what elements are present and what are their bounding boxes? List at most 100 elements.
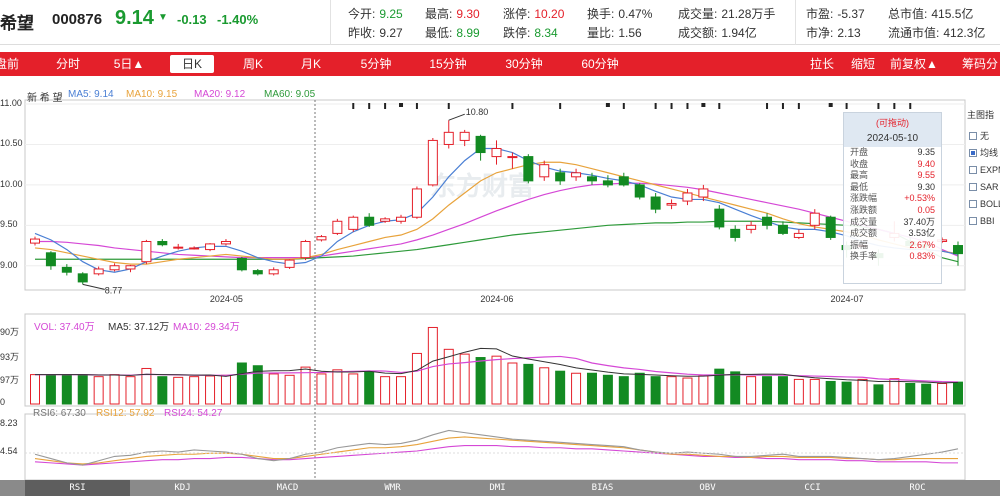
volume-bar-down: [618, 376, 629, 405]
tab-period[interactable]: 15分钟: [420, 52, 476, 76]
candle-up: [284, 259, 295, 268]
volume-bar-up: [125, 376, 136, 405]
indicator-option[interactable]: 无: [965, 127, 1000, 144]
watermark: 东方财富: [430, 171, 534, 202]
volume-bar-up: [809, 378, 820, 405]
rsi-legend-item: RSI6: 67.30: [33, 408, 86, 419]
indicator-option[interactable]: SAR: [965, 178, 1000, 195]
tab-chart-tool[interactable]: 筹码分: [950, 52, 1000, 76]
checkbox-icon[interactable]: [969, 131, 977, 140]
event-marker: [718, 103, 721, 109]
indicator-option[interactable]: 均线: [965, 144, 1000, 161]
candle-down: [236, 257, 247, 271]
indicator-tab[interactable]: OBV: [655, 480, 760, 496]
volume-bar-up: [268, 373, 279, 405]
indicator-option[interactable]: BOLL: [965, 195, 1000, 212]
candle-up: [109, 265, 120, 271]
tab-period[interactable]: 月K: [290, 52, 332, 76]
rsi-axis-label: 4.54: [0, 446, 18, 456]
quote-label: 换手:: [587, 7, 615, 21]
tooltip-value: 9.55: [917, 170, 935, 181]
indicator-tab[interactable]: DMI: [445, 480, 550, 496]
volume-bar-up: [793, 378, 804, 405]
tooltip-row: 涨跌幅 +0.53%: [844, 193, 941, 205]
indicator-tab[interactable]: WMR: [340, 480, 445, 496]
checkbox-icon[interactable]: [969, 165, 977, 174]
tooltip-value: 0.05: [917, 204, 935, 215]
stock-code: 000876: [52, 11, 103, 28]
down-arrow-icon: ▼: [158, 12, 168, 23]
candle-up: [300, 240, 311, 259]
volume-bar-down: [953, 381, 963, 405]
tab-period[interactable]: 盘前: [0, 52, 24, 76]
tooltip-key: 开盘: [850, 147, 869, 157]
event-marker: [447, 103, 450, 109]
event-marker: [384, 103, 387, 109]
quote-label: 最高:: [425, 7, 453, 21]
volume-bar-up: [205, 375, 216, 405]
candle-up: [220, 240, 231, 245]
tab-period[interactable]: 分时: [50, 52, 86, 76]
event-marker: [605, 103, 610, 107]
candle-down: [45, 252, 56, 267]
indicator-tab[interactable]: BIAS: [550, 480, 655, 496]
event-marker: [399, 103, 404, 107]
indicator-tab[interactable]: KDJ: [130, 480, 235, 496]
rsi-legend-item: RSI12: 57.92: [96, 408, 155, 419]
indicator-tab[interactable]: CCI: [760, 480, 865, 496]
tooltip-key: 成交量: [850, 216, 878, 227]
quote-label: 涨停:: [503, 7, 531, 21]
volume-bar-down: [777, 376, 788, 405]
indicator-tab[interactable]: MACD: [235, 480, 340, 496]
checkbox-icon[interactable]: [969, 216, 977, 225]
price-change: -0.13: [177, 12, 207, 27]
candle-down: [953, 245, 963, 255]
quote-value: 1.56: [618, 26, 642, 40]
volume-bar-down: [77, 374, 88, 405]
checkbox-icon[interactable]: [969, 199, 977, 208]
tab-period[interactable]: 60分钟: [572, 52, 628, 76]
ohlc-tooltip[interactable]: (可拖动) 2024-05-10 开盘 9.35 收盘 9.40 最高 9.55 最低 9.3…: [843, 112, 942, 284]
volume-bar-down: [905, 383, 916, 405]
tab-period[interactable]: 30分钟: [496, 52, 552, 76]
tab-period[interactable]: 5日▲: [107, 52, 151, 76]
tooltip-value: 9.35: [917, 147, 935, 157]
tab-chart-tool[interactable]: 拉长: [802, 52, 842, 76]
price-axis-label: 9.50: [0, 219, 18, 230]
quote-label: 流通市值:: [888, 26, 940, 40]
indicator-tab[interactable]: RSI: [25, 480, 130, 496]
tab-period[interactable]: 周K: [232, 52, 274, 76]
tooltip-key: 最低: [850, 181, 869, 192]
tab-chart-tool[interactable]: 前复权▲: [886, 52, 942, 76]
candle-up: [443, 131, 454, 145]
indicator-option-label: 均线: [980, 148, 999, 158]
indicator-option[interactable]: BBI: [965, 212, 1000, 229]
indicator-option-label: 无: [980, 131, 990, 141]
candle-down: [714, 208, 725, 228]
candle-up: [189, 247, 200, 250]
quote-field: 成交额: 1.94亿: [678, 24, 757, 41]
candle-down: [762, 216, 773, 226]
candle-up: [507, 156, 518, 159]
candle-up: [793, 232, 804, 238]
indicator-option[interactable]: EXPM: [965, 161, 1000, 178]
candle-up: [141, 240, 152, 263]
checkbox-icon[interactable]: [969, 148, 977, 157]
volume-bar-up: [411, 352, 422, 405]
quote-header: 希望 000876 9.14 ▼ -0.13 -1.40% 今开: 9.25 最高:…: [0, 0, 1000, 45]
volume-bar-up: [173, 376, 184, 405]
tab-chart-tool[interactable]: 缩短: [843, 52, 883, 76]
indicator-tab[interactable]: ROC: [865, 480, 970, 496]
volume-bar-down: [236, 362, 247, 405]
checkbox-icon[interactable]: [969, 182, 977, 191]
event-marker: [511, 103, 514, 109]
candle-up: [746, 224, 757, 230]
candle-up: [698, 188, 709, 198]
quote-value: -5.37: [837, 7, 865, 21]
event-marker: [654, 103, 657, 109]
tab-period[interactable]: 日K: [170, 55, 214, 73]
event-marker: [368, 103, 371, 109]
tab-period[interactable]: 5分钟: [350, 52, 402, 76]
candle-down: [61, 266, 72, 273]
quote-label: 今开:: [348, 7, 376, 21]
